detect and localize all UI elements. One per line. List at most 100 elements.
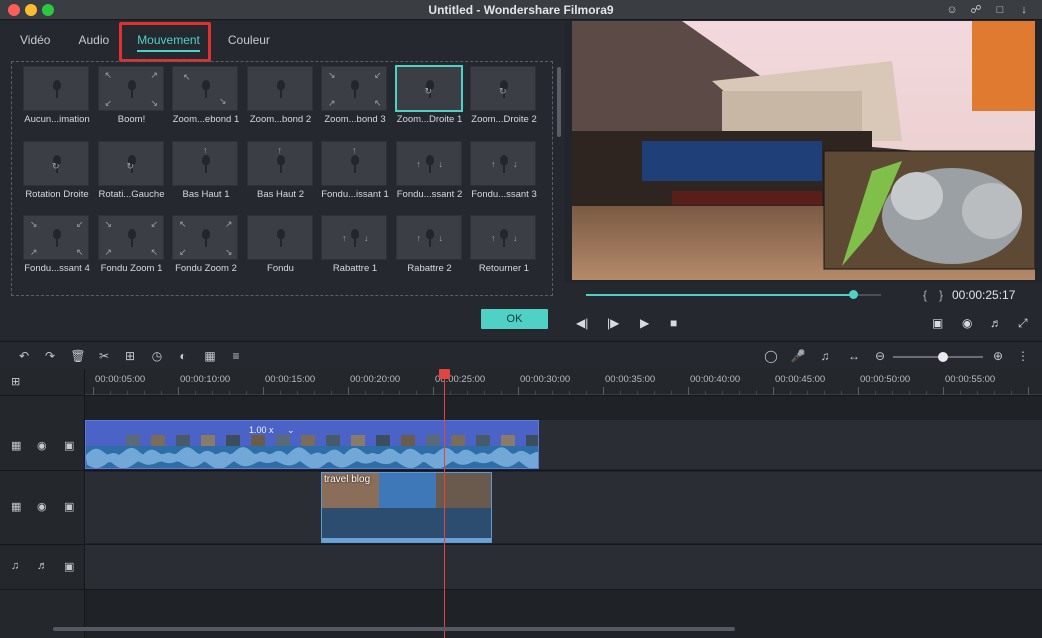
microphone-icon[interactable]: 🎤 [790, 348, 806, 364]
motion-item[interactable]: ↑ ↓ Rabattre 2 [393, 215, 468, 290]
pip-video-clip[interactable]: travel blog [321, 472, 492, 543]
zoom-in-icon[interactable]: ⊕ [990, 348, 1006, 364]
motion-item[interactable]: ↻ Rotation Droite [20, 140, 95, 216]
motion-thumbnail: ↖ ↗ ↙ ↘ [172, 215, 238, 260]
download-icon[interactable]: ↓ [1016, 2, 1032, 18]
grid-scrollbar[interactable] [557, 67, 561, 137]
motion-item[interactable]: ↑ Bas Haut 2 [244, 140, 319, 216]
snapshot-icon[interactable]: ◉ [962, 316, 972, 330]
ruler-label: 00:00:05:00 [95, 374, 146, 385]
playback-scrubber[interactable] [848, 290, 858, 299]
tulip-icon [274, 80, 288, 98]
tulip-icon [199, 154, 213, 173]
playback-progress[interactable] [586, 290, 881, 299]
green-screen-icon[interactable]: ▦ [202, 348, 218, 364]
motion-arrow-icon: ↑ [203, 144, 208, 155]
motion-label: Fondu [267, 263, 294, 274]
motion-item[interactable]: ↻ Zoom...Droite 1 [393, 66, 468, 141]
motion-item[interactable]: ↖ ↗ ↙ ↘ Boom! [95, 66, 170, 141]
motion-thumbnail: ↖ ↘ [172, 66, 238, 111]
step-back-icon[interactable]: ◀| [576, 316, 588, 330]
timeline-scrollbar[interactable] [53, 627, 735, 631]
motion-arrow-icon: ↗ [328, 98, 336, 108]
motion-item[interactable]: ↖ ↘ Zoom...ebond 1 [169, 66, 244, 141]
motion-arrow-icon: ↑ [342, 233, 347, 243]
cut-icon[interactable]: ✂ [96, 348, 112, 364]
chevron-down-icon[interactable]: ⌄ [287, 425, 295, 436]
motion-item[interactable]: Zoom...bond 2 [244, 66, 319, 141]
track-2-visibility-icon[interactable]: ◉ [37, 500, 47, 513]
player-controls: { } 00:00:25:17 ◀| |▶ ▶ ■ ▣ ◉ ♬ ⤢ [565, 283, 1042, 339]
voiceover-icon[interactable]: ♫ [817, 348, 833, 364]
timeline: ⊞ ▦ ◉ ▣ ▦ ◉ ▣ ♫ ♬ ▣ 00:00:05:00 00:00:10:… [0, 369, 1042, 638]
fullscreen-icon[interactable]: ⤢ [1018, 316, 1028, 331]
undo-icon[interactable]: ↶ [16, 348, 32, 364]
motion-item[interactable]: ↑ ↓ Retourner 1 [467, 215, 542, 290]
account-icon[interactable]: ☺ [944, 2, 960, 18]
mark-out-icon[interactable]: } [939, 288, 943, 302]
motion-item[interactable]: ↘ ↙ ↗ ↖ Fondu...ssant 4 [20, 215, 95, 290]
cart-icon[interactable]: ☍ [968, 2, 984, 18]
motion-item[interactable]: ↻ Rotati...Gauche [95, 140, 170, 216]
play-icon[interactable]: ▶ [640, 316, 649, 330]
motion-item[interactable]: ↑ Bas Haut 1 [169, 140, 244, 216]
motion-item[interactable]: ↖ ↗ ↙ ↘ Fondu Zoom 2 [169, 215, 244, 290]
motion-arrow-icon: ↘ [328, 70, 336, 80]
motion-arrow-icon: ↘ [225, 247, 233, 257]
zoom-slider-knob[interactable] [937, 352, 948, 362]
motion-thumbnail: ↑ [172, 140, 238, 186]
gift-icon[interactable]: □ [992, 2, 1008, 18]
motion-item[interactable]: Aucun...imation [20, 66, 95, 141]
audio-track-volume-icon[interactable]: ♬ [37, 560, 48, 572]
ok-button[interactable]: OK [481, 309, 548, 329]
video-track-2[interactable] [85, 472, 1042, 543]
speed-icon[interactable]: ◷ [149, 348, 165, 364]
color-icon[interactable]: ◐ [175, 348, 191, 364]
motion-item[interactable]: ↘ ↙ ↗ ↖ Fondu Zoom 1 [95, 215, 170, 290]
main-video-clip[interactable]: 1.00 x ⌄ [85, 420, 539, 469]
fit-timeline-icon[interactable]: ↔ [846, 348, 862, 364]
crop-icon[interactable]: ⊞ [122, 348, 138, 364]
audio-track-1[interactable] [85, 545, 1042, 589]
tulip-icon [274, 229, 288, 247]
motion-item[interactable]: ↘ ↙ ↗ ↖ Zoom...bond 3 [318, 66, 393, 141]
add-track-icon[interactable]: ⊞ [11, 375, 20, 388]
motion-item[interactable]: ↑ Fondu...issant 1 [318, 140, 393, 216]
audio-waveform [86, 446, 538, 468]
motion-item[interactable]: ↻ Zoom...Droite 2 [467, 66, 542, 141]
motion-label: Rotati...Gauche [98, 188, 165, 200]
motion-label: Bas Haut 2 [257, 188, 304, 200]
video-preview [572, 21, 1035, 280]
redo-icon[interactable]: ↷ [42, 348, 58, 364]
motion-item[interactable]: ↑ ↓ Fondu...ssant 3 [467, 140, 542, 216]
panel-handle-icon[interactable]: ⋮ [1015, 348, 1031, 364]
motion-arrow-icon: ↓ [438, 233, 444, 243]
track-visibility-icon[interactable]: ◉ [37, 439, 47, 452]
motion-label: Rotation Droite [25, 188, 89, 200]
tulip-icon [199, 229, 213, 247]
media-library-panel: Vidéo Audio Mouvement Couleur Aucun...im… [0, 21, 565, 339]
audio-track-lock-icon[interactable]: ▣ [64, 560, 74, 573]
motion-thumbnail [246, 66, 313, 111]
track-2-lock-icon[interactable]: ▣ [64, 500, 74, 513]
delete-icon[interactable]: 🗑 [70, 348, 86, 364]
display-settings-icon[interactable]: ▣ [932, 316, 943, 330]
marker-icon[interactable]: ◯ [763, 348, 779, 364]
track-lock-icon[interactable]: ▣ [64, 439, 74, 452]
tab-audio[interactable]: Audio [78, 33, 109, 47]
playhead-handle[interactable] [439, 369, 450, 379]
play-frame-icon[interactable]: |▶ [607, 316, 619, 330]
zoom-out-icon[interactable]: ⊖ [872, 348, 888, 364]
motion-arrow-icon: ↓ [513, 158, 518, 169]
stop-icon[interactable]: ■ [670, 316, 677, 330]
motion-item[interactable]: Fondu [244, 215, 319, 290]
motion-arrow-icon: ↑ [416, 233, 422, 243]
motion-item[interactable]: ↑ ↓ Fondu...ssant 2 [393, 140, 468, 216]
audio-mixer-icon[interactable]: ≡ [228, 348, 244, 364]
timeline-ruler[interactable]: 00:00:05:00 00:00:10:00 00:00:15:00 00:00:2… [85, 369, 1042, 395]
volume-icon[interactable]: ♬ [990, 316, 1002, 330]
mark-in-icon[interactable]: { [923, 288, 927, 302]
tab-video[interactable]: Vidéo [20, 33, 50, 47]
motion-item[interactable]: ↑ ↓ Rabattre 1 [318, 215, 393, 290]
tab-couleur[interactable]: Couleur [228, 33, 270, 47]
